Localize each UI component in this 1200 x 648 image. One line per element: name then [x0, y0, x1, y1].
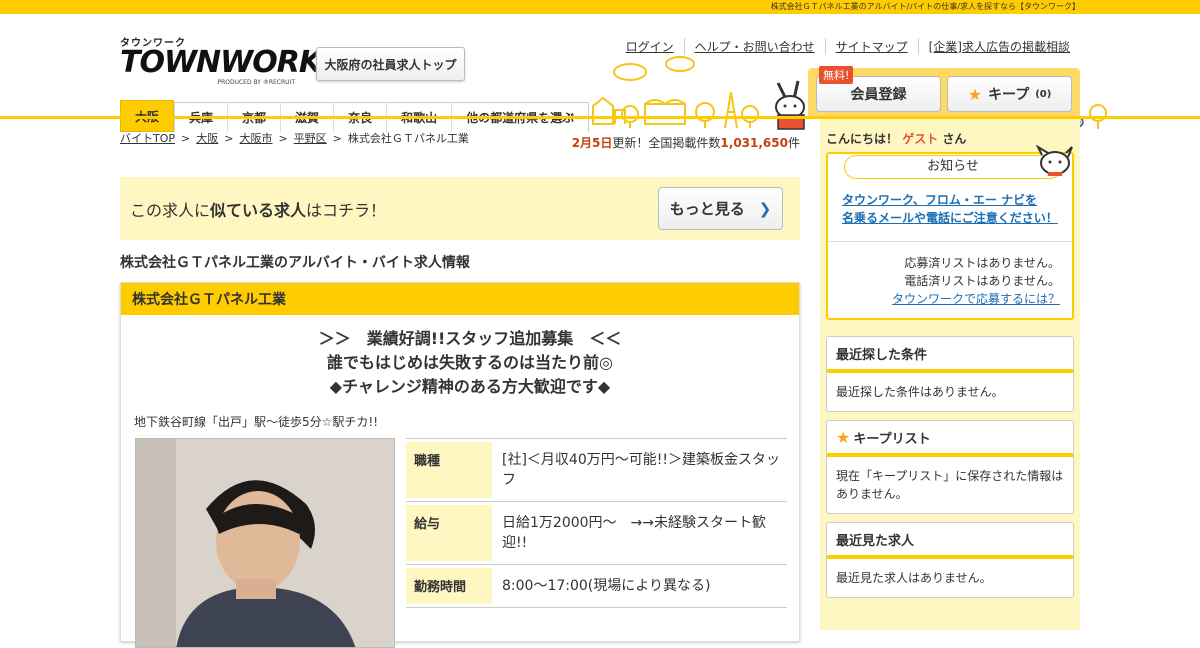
application-status: 応募済リストはありません。 電話済リストはありません。 タウンワークで応募するに… — [828, 242, 1072, 308]
corporate-ad-link[interactable]: [企業]求人広告の掲載相談 — [917, 38, 1080, 55]
update-date: 2月5日 — [571, 136, 613, 150]
page-title: 株式会社ＧＴパネル工業のアルバイト・バイト求人情報 — [120, 255, 470, 271]
sitemap-link[interactable]: サイトマップ — [824, 38, 918, 55]
work-hours-label: 勤務時間 — [406, 568, 492, 604]
table-row: 勤務時間 8:00～17:00(現場により異なる) — [406, 565, 787, 608]
table-row: 給与 日給1万2000円～ →→未経験スタート歓迎!! — [406, 502, 787, 565]
recent-search-title: 最近探した条件 — [827, 337, 1073, 373]
similar-jobs-banner: この求人に 似ている求人 はコチラ！ もっと見る ❯ — [120, 177, 800, 240]
recent-view-title: 最近見た求人 — [827, 523, 1073, 559]
breadcrumb-hirano[interactable]: 平野区 — [294, 130, 327, 146]
logo-sub: PRODUCED BY ®RECRUIT — [217, 79, 295, 86]
job-type-value: [社]＜月収40万円～可能!!＞建築板金スタッフ — [502, 452, 780, 488]
townwork-logo[interactable]: タウンワーク TOWNWORK PRODUCED BY ®RECRUIT — [120, 34, 322, 89]
work-hours-value: 8:00～17:00(現場により異なる) — [502, 578, 711, 594]
worker-photo-icon — [136, 439, 394, 647]
chevron-right-icon: ❯ — [758, 199, 772, 218]
star-icon: ★ — [967, 84, 983, 104]
keep-list-header: ★ キープリスト — [827, 421, 1073, 457]
osaka-top-button[interactable]: 大阪府の社員求人トップ — [316, 47, 465, 81]
guest-name: ゲスト — [902, 132, 939, 146]
keep-list-box: ★ キープリスト 現在「キープリスト」に保存された情報はありません。 — [826, 420, 1074, 514]
recent-view-body: 最近見た求人はありません。 — [836, 571, 992, 585]
job-photo[interactable] — [135, 438, 395, 648]
recent-search-box: 最近探した条件 最近探した条件はありません。 — [826, 336, 1074, 412]
site-header: タウンワーク TOWNWORK PRODUCED BY ®RECRUIT 大阪府… — [0, 14, 1200, 132]
recent-view-box: 最近見た求人 最近見た求人はありません。 — [826, 522, 1074, 598]
top-tagline: 株式会社ＧＴパネル工業のアルバイト/バイトの仕事/求人を探すなら【タウンワーク】 — [770, 2, 1080, 11]
keep-button[interactable]: ★ キープ (0) — [947, 76, 1072, 112]
main-content: バイトTOP > 大阪 > 大阪市 > 平野区 > 株式会社ＧＴパネル工業 2月5日更新… — [120, 130, 800, 648]
salary-value: 日給1万2000円～ →→未経験スタート歓迎!! — [502, 515, 766, 551]
see-more-button[interactable]: もっと見る ❯ — [658, 187, 783, 230]
job-catchcopy: ＞＞ 業績好調!!スタッフ追加募集 ＜＜ 誰でもはじめは失敗するのは当たり前◎ … — [318, 329, 622, 396]
breadcrumb-osaka[interactable]: 大阪 — [196, 130, 218, 146]
salary-label: 給与 — [406, 505, 492, 561]
job-card: 株式会社ＧＴパネル工業 ＞＞ 業績好調!!スタッフ追加募集 ＜＜ 誰でもはじめは… — [120, 282, 800, 648]
top-bar: 株式会社ＧＴパネル工業のアルバイト/バイトの仕事/求人を探すなら【タウンワーク】 — [0, 0, 1200, 14]
breadcrumb-baito-top[interactable]: バイトTOP — [120, 130, 175, 146]
job-type-label: 職種 — [406, 442, 492, 498]
login-link[interactable]: ログイン — [616, 38, 684, 55]
help-link[interactable]: ヘルプ・お問い合わせ — [683, 38, 825, 55]
free-tag: 無料! — [819, 66, 854, 84]
news-warning-link[interactable]: タウンワーク、フロム・エー ナビを 名乗るメールや電話にご注意ください！ — [842, 191, 1072, 227]
job-info-table: 職種 [社]＜月収40万円～可能!!＞建築板金スタッフ 給与 日給1万2000円… — [406, 438, 787, 608]
mascot-dog-icon — [1036, 145, 1073, 176]
breadcrumb-current: 株式会社ＧＴパネル工業 — [347, 132, 469, 145]
keep-list-title: キープリスト — [853, 431, 931, 447]
access-info: 地下鉄谷町線「出戸」駅～徒歩5分☆駅チカ!! — [134, 415, 379, 429]
keep-list-body: 現在「キープリスト」に保存された情報はありません。 — [836, 469, 1064, 501]
logo-main: TOWNWORK — [120, 45, 322, 80]
recent-search-body: 最近探した条件はありません。 — [836, 385, 1004, 399]
listing-count: 1,031,650 — [720, 136, 788, 150]
greeting: こんにちは！ ゲスト さん — [826, 132, 967, 146]
how-to-apply-link[interactable]: タウンワークで応募するには？ — [828, 290, 1060, 308]
update-info: 2月5日更新！全国掲載件数1,031,650件 — [571, 136, 800, 150]
company-name[interactable]: 株式会社ＧＴパネル工業 — [121, 283, 799, 315]
header-links: ログイン ヘルプ・お問い合わせ サイトマップ [企業]求人広告の掲載相談 — [616, 38, 1080, 55]
breadcrumb-osaka-city[interactable]: 大阪市 — [239, 130, 272, 146]
star-icon: ★ — [836, 427, 851, 447]
keep-label: キープ — [988, 87, 1030, 103]
keep-count: (0) — [1035, 88, 1052, 100]
sidebar: こんにちは！ ゲスト さん お知らせ タウンワーク、フロム・エー ナビを 名乗る… — [820, 119, 1080, 630]
news-title: お知らせ — [844, 155, 1062, 179]
table-row: 職種 [社]＜月収40万円～可能!!＞建築板金スタッフ — [406, 438, 787, 502]
news-box: お知らせ タウンワーク、フロム・エー ナビを 名乗るメールや電話にご注意ください… — [826, 152, 1074, 320]
